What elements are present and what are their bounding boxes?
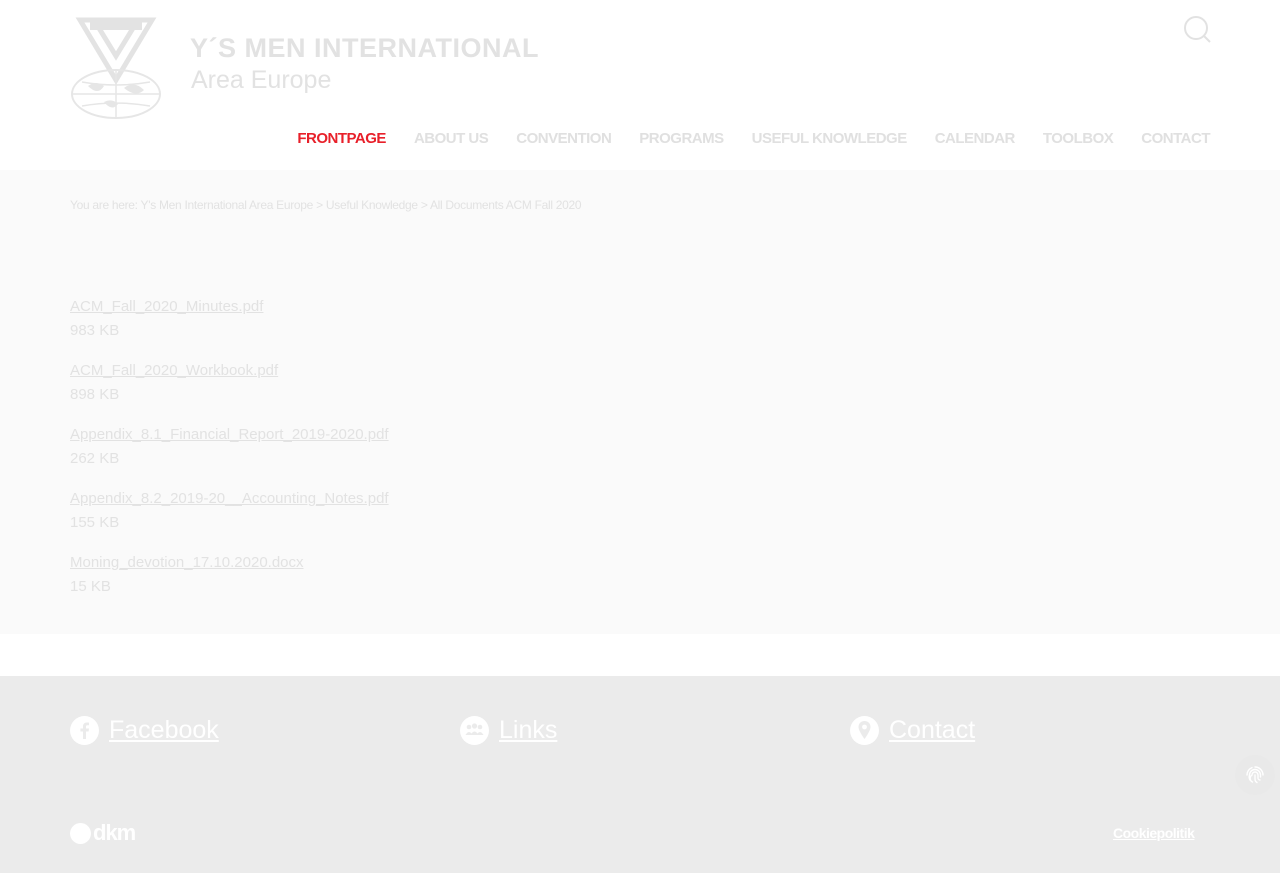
dkm-logo[interactable]: dkm — [70, 820, 136, 845]
nav-item-contact[interactable]: CONTACT — [1141, 130, 1210, 147]
footer-link-label: Facebook — [109, 716, 219, 744]
nav-item-programs[interactable]: PROGRAMS — [639, 130, 724, 147]
nav-item-toolbox[interactable]: TOOLBOX — [1043, 130, 1114, 147]
brand-subtitle: Area Europe — [191, 66, 332, 94]
main-content: You are here: Y's Men International Area… — [0, 170, 1280, 634]
breadcrumb: You are here: Y's Men International Area… — [70, 198, 582, 212]
file-size: 262 KB — [70, 450, 120, 467]
file-size: 983 KB — [70, 322, 120, 339]
list-item: ACM_Fall_2020_Minutes.pdf 983 KB — [70, 297, 389, 361]
list-item: ACM_Fall_2020_Workbook.pdf 898 KB — [70, 361, 389, 425]
document-link[interactable]: Appendix_8.2_2019-20__Accounting_Notes.p… — [70, 489, 389, 509]
dkm-logo-icon — [70, 822, 91, 844]
nav-item-frontpage[interactable]: FRONTPAGE — [297, 130, 386, 147]
brand-title: Y´S MEN INTERNATIONAL — [190, 33, 539, 63]
nav-item-convention[interactable]: CONVENTION — [516, 130, 612, 147]
dkm-logo-text: dkm — [93, 820, 136, 845]
people-group-icon — [460, 716, 489, 745]
breadcrumb-separator: > — [316, 198, 323, 212]
document-list: ACM_Fall_2020_Minutes.pdf 983 KB ACM_Fal… — [70, 297, 389, 617]
list-item: Appendix_8.2_2019-20__Accounting_Notes.p… — [70, 489, 389, 553]
footer-link-contact[interactable]: Contact — [850, 716, 975, 745]
search-icon — [1184, 16, 1211, 43]
site-footer: Facebook Links Contact dkm Cookiepolitik — [0, 676, 1280, 873]
footer-link-links[interactable]: Links — [460, 716, 557, 745]
cookie-consent-button[interactable] — [1235, 755, 1275, 795]
document-link[interactable]: ACM_Fall_2020_Workbook.pdf — [70, 361, 389, 381]
cookie-policy-link[interactable]: Cookiepolitik — [1113, 825, 1195, 841]
file-size: 898 KB — [70, 386, 120, 403]
breadcrumb-separator: > — [420, 198, 428, 212]
facebook-icon — [70, 716, 99, 745]
main-nav: FRONTPAGE ABOUT US CONVENTION PROGRAMS U… — [297, 130, 1210, 147]
breadcrumb-item-useful-knowledge[interactable]: Useful Knowledge — [326, 198, 418, 212]
ys-men-globe-logo-icon — [71, 17, 161, 119]
document-link[interactable]: Moning_devotion_17.10.2020.docx — [70, 553, 389, 573]
nav-item-about-us[interactable]: ABOUT US — [414, 130, 489, 147]
file-size: 155 KB — [70, 514, 120, 531]
document-link[interactable]: Appendix_8.1_Financial_Report_2019-2020.… — [70, 425, 389, 445]
list-item: Moning_devotion_17.10.2020.docx 15 KB — [70, 553, 389, 617]
footer-link-facebook[interactable]: Facebook — [70, 716, 219, 745]
list-item: Appendix_8.1_Financial_Report_2019-2020.… — [70, 425, 389, 489]
footer-link-label: Links — [499, 716, 558, 744]
document-link[interactable]: ACM_Fall_2020_Minutes.pdf — [70, 297, 389, 317]
site-header: Y´S MEN INTERNATIONAL Area Europe FRONTP… — [0, 0, 1280, 170]
fingerprint-icon — [1246, 766, 1264, 784]
file-size: 15 KB — [70, 578, 111, 595]
breadcrumb-item-current: All Documents ACM Fall 2020 — [429, 198, 582, 212]
footer-link-label: Contact — [889, 716, 976, 744]
breadcrumb-item-home[interactable]: Y's Men International Area Europe — [141, 198, 314, 212]
site-logo[interactable] — [70, 16, 162, 120]
nav-item-calendar[interactable]: CALENDAR — [935, 130, 1016, 147]
breadcrumb-prefix: You are here: — [70, 198, 138, 212]
map-pin-icon — [850, 716, 879, 745]
nav-item-useful-knowledge[interactable]: USEFUL KNOWLEDGE — [752, 130, 908, 147]
search-button[interactable] — [1180, 13, 1212, 45]
